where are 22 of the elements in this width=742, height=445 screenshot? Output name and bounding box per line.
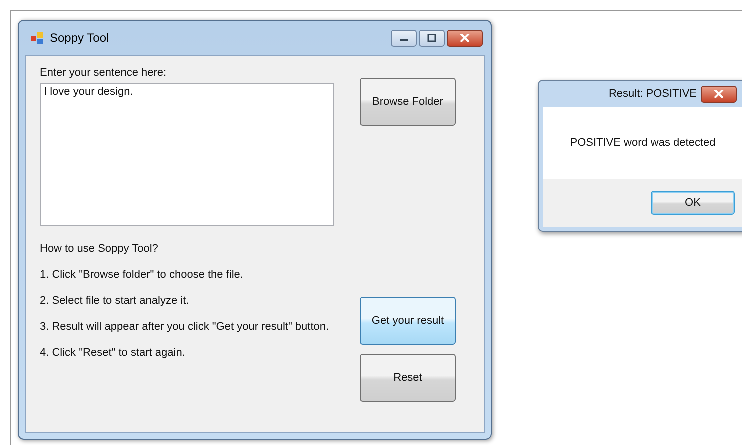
close-button[interactable] [447,30,483,46]
action-button[interactable]: Browse Folder [360,78,456,126]
window-title: Soppy Tool [50,31,110,45]
app-icon [31,31,45,45]
dialog-title: Result: POSITIVE [608,88,697,100]
maximize-icon [427,34,437,42]
instruction-text: 2. Select file to start analyze it. [40,294,190,308]
instruction-text: 1. Click "Browse folder" to choose the file. [40,268,244,282]
close-icon [460,34,470,42]
close-button[interactable] [701,86,737,102]
action-button[interactable]: Reset [360,354,456,402]
maximize-button[interactable] [419,30,445,46]
ok-button[interactable]: OK [651,191,735,215]
minimize-button[interactable] [391,30,417,46]
dialog-message: POSITIVE word was detected [570,137,716,149]
instruction-text: 3. Result will appear after you click "Get your result" button. [40,320,330,334]
instructions-heading: How to use Soppy Tool? [40,242,160,256]
action-button[interactable]: Get your result [360,297,456,345]
close-icon [714,90,724,98]
field-label: Enter your sentence here: [40,66,168,80]
sentence-input[interactable]: I love your design. [40,83,334,226]
instruction-text: 4. Click "Reset" to start again. [40,346,186,360]
